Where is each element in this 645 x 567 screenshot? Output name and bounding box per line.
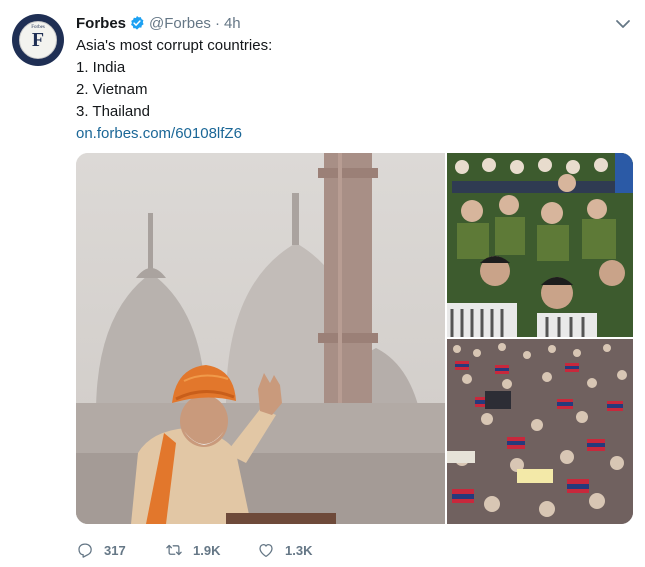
- tweet-link[interactable]: on.forbes.com/60108lfZ6: [76, 123, 616, 145]
- photo-protest-crowd[interactable]: [447, 339, 633, 524]
- heart-icon: [259, 543, 273, 558]
- media-grid: [76, 153, 633, 524]
- tweet-card[interactable]: Forbes F Forbes @Forbes · 4h Asia's most…: [0, 0, 645, 567]
- photo-uniformed-crowd[interactable]: [447, 153, 633, 337]
- tweet-text-line: Asia's most corrupt countries:: [76, 37, 273, 54]
- tweet-text-line: 2. Vietnam: [76, 81, 148, 98]
- retweet-button[interactable]: 1.9K: [165, 539, 257, 561]
- like-count: 1.3K: [285, 542, 313, 558]
- tweet-text-line: 1. India: [76, 59, 126, 76]
- avatar-letter: F: [31, 28, 45, 51]
- reply-icon: [78, 543, 92, 558]
- photo-politician-speech[interactable]: [76, 153, 445, 524]
- chevron-down-icon[interactable]: [613, 14, 633, 34]
- retweet-icon: [166, 544, 182, 556]
- like-button[interactable]: 1.3K: [257, 539, 312, 561]
- verified-badge-icon: [131, 16, 144, 30]
- separator-dot: ·: [214, 14, 220, 32]
- avatar[interactable]: Forbes F: [12, 14, 64, 66]
- action-bar: 317 1.9K 1.3K: [76, 539, 312, 561]
- reply-count: 317: [104, 542, 126, 558]
- retweet-count: 1.9K: [193, 542, 221, 558]
- forbes-logo-icon: Forbes F: [19, 21, 57, 59]
- avatar-wordmark: Forbes: [31, 25, 45, 30]
- tweet-header: Forbes @Forbes · 4h: [76, 13, 241, 33]
- author-name[interactable]: Forbes: [76, 15, 126, 32]
- author-handle[interactable]: @Forbes: [149, 15, 211, 32]
- reply-button[interactable]: 317: [76, 539, 165, 561]
- timestamp[interactable]: 4h: [224, 15, 241, 32]
- tweet-text-line: 3. Thailand: [76, 103, 150, 120]
- tweet-text: Asia's most corrupt countries: 1. India …: [76, 35, 616, 145]
